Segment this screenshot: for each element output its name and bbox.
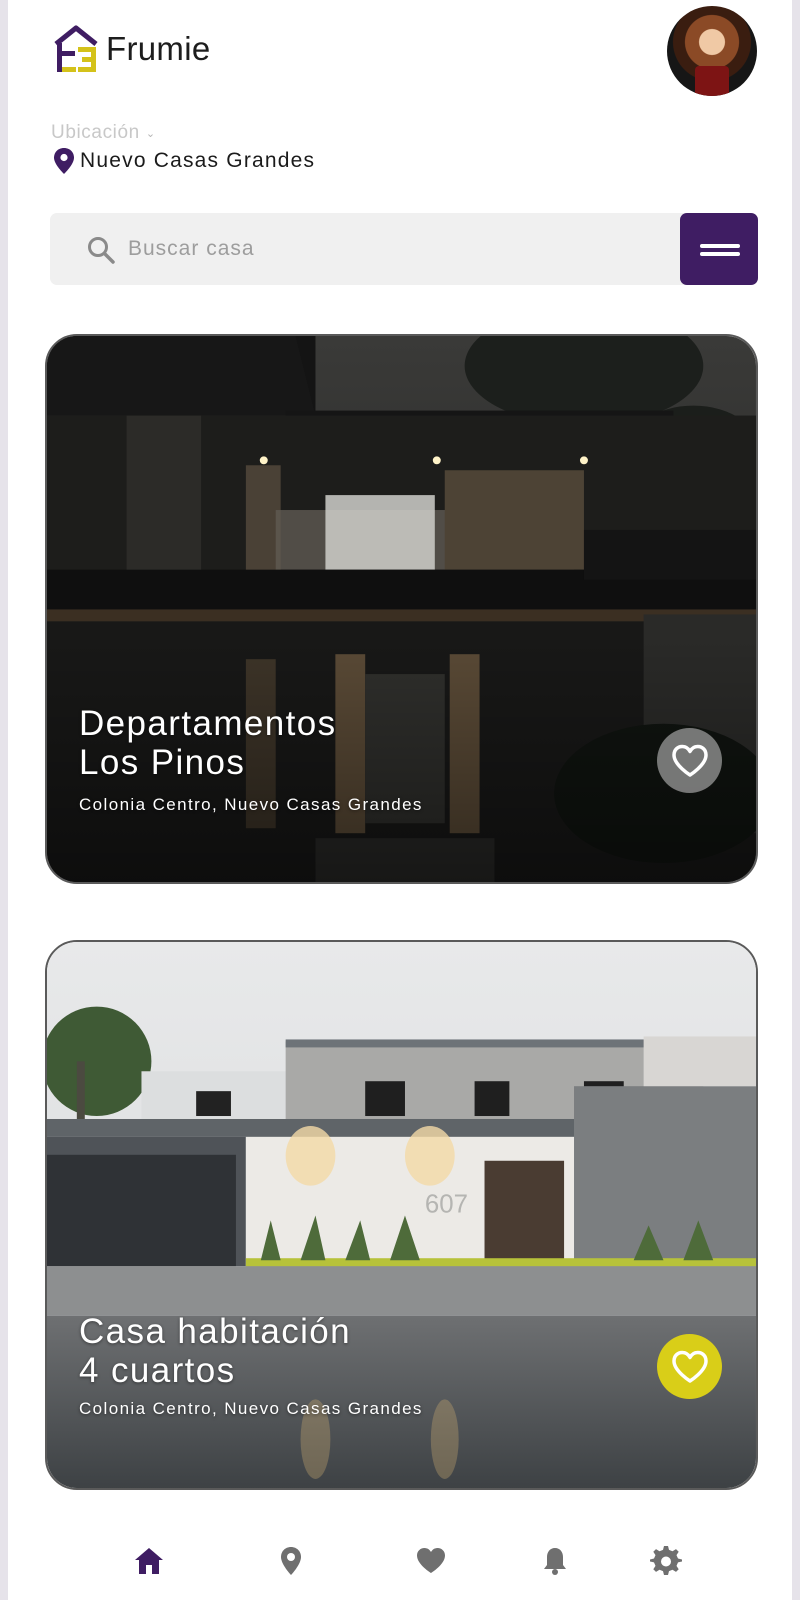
frumie-logo-icon bbox=[54, 25, 98, 72]
search-icon bbox=[88, 237, 115, 264]
location-value-row[interactable]: Nuevo Casas Grandes bbox=[52, 147, 315, 175]
heart-outline-icon bbox=[671, 1350, 708, 1383]
favorite-button[interactable] bbox=[657, 1334, 722, 1399]
listing-title: Departamentos Los Pinos bbox=[79, 704, 337, 782]
chevron-down-icon: ⌄ bbox=[145, 127, 156, 140]
bottom-navigation bbox=[8, 1525, 792, 1600]
app-name: Frumie bbox=[106, 30, 211, 67]
app-logo: Frumie bbox=[52, 24, 210, 74]
nav-home[interactable] bbox=[129, 1545, 169, 1585]
app-screen: Frumie Ubicación ⌄ Nuevo Casas Grandes B… bbox=[8, 0, 792, 1600]
search-input[interactable] bbox=[128, 227, 648, 271]
nav-settings[interactable] bbox=[646, 1545, 686, 1585]
menu-lines-icon bbox=[700, 244, 740, 248]
location-value: Nuevo Casas Grandes bbox=[80, 149, 316, 172]
user-avatar[interactable] bbox=[667, 6, 757, 96]
map-pin-icon bbox=[281, 1547, 301, 1575]
listing-address: Colonia Centro, Nuevo Casas Grandes bbox=[79, 1399, 423, 1418]
heart-icon bbox=[417, 1548, 445, 1573]
listing-card[interactable]: Departamentos Los Pinos Colonia Centro, … bbox=[45, 334, 758, 884]
location-pin-icon bbox=[54, 148, 74, 174]
heart-outline-icon bbox=[671, 744, 708, 777]
bell-icon bbox=[544, 1548, 566, 1575]
search-bar bbox=[50, 213, 745, 285]
favorite-button[interactable] bbox=[657, 728, 722, 793]
home-icon bbox=[135, 1548, 163, 1574]
house-number: 607 bbox=[425, 1190, 468, 1218]
gear-icon bbox=[650, 1545, 682, 1576]
filter-menu-button[interactable] bbox=[680, 213, 758, 285]
location-selector[interactable]: Ubicación ⌄ bbox=[51, 122, 156, 144]
nav-map[interactable] bbox=[271, 1545, 311, 1585]
nav-notifications[interactable] bbox=[535, 1545, 575, 1585]
listing-card[interactable]: 607 Casa habitación 4 cuartos Colonia Ce… bbox=[45, 940, 758, 1490]
nav-favorites[interactable] bbox=[411, 1545, 451, 1585]
listing-address: Colonia Centro, Nuevo Casas Grandes bbox=[79, 795, 423, 814]
listing-title: Casa habitación 4 cuartos bbox=[79, 1312, 351, 1390]
location-label: Ubicación bbox=[51, 122, 140, 143]
